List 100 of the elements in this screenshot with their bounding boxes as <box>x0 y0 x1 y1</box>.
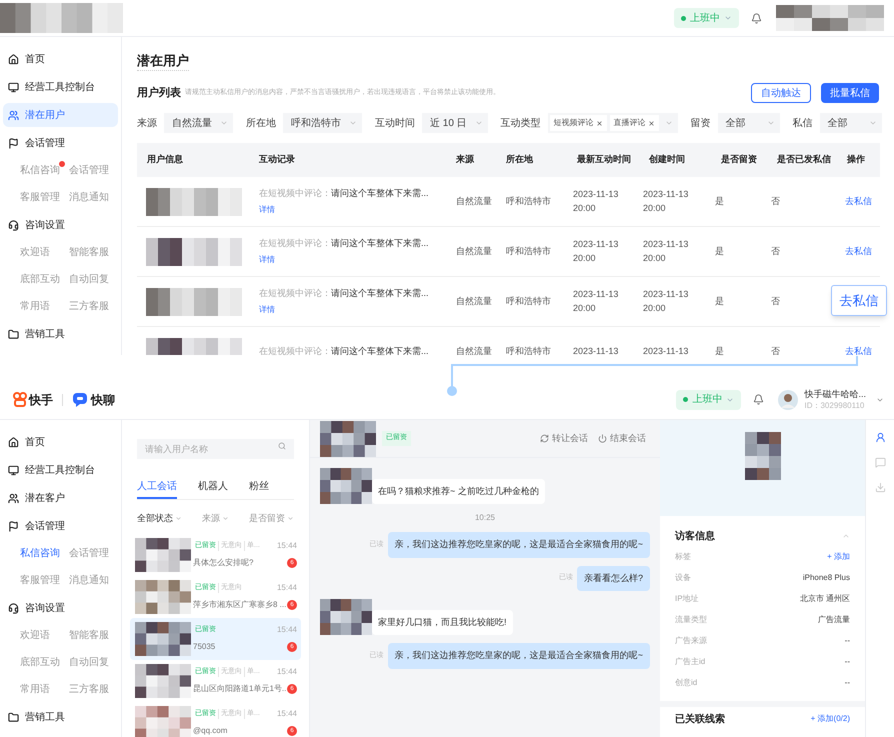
table-cell-text: 是 <box>714 344 724 355</box>
private-message-link[interactable]: 去私信 <box>837 344 872 355</box>
users-icon <box>8 110 19 120</box>
search-field[interactable]: 请输入用户名称 <box>137 439 294 459</box>
filter-dropdown[interactable]: 是否留资 <box>249 512 294 526</box>
detail-link[interactable]: 详情 <box>259 254 275 266</box>
sidebar-item[interactable]: 营销工具 <box>3 322 118 346</box>
sidebar-item[interactable]: 会话管理 <box>3 131 118 155</box>
caret-icon <box>287 515 294 522</box>
side-tab[interactable] <box>874 432 886 443</box>
add-lead-link[interactable]: + 添加(0/2) <box>810 713 850 725</box>
chat-icon <box>874 457 886 468</box>
private-message-link[interactable]: 去私信 <box>837 244 872 258</box>
submenu-item[interactable]: 欢迎语 <box>20 245 50 260</box>
selected-tag[interactable]: 短视频评论 <box>550 115 607 131</box>
submenu-item[interactable]: 三方客服 <box>69 682 109 697</box>
sidebar-item[interactable]: 潜在用户 <box>3 103 118 127</box>
interaction-record: 在短视频中评论：请问这个车整体下来需... <box>259 344 430 355</box>
field-value: iPhone8 Plus <box>802 572 850 584</box>
submenu-item[interactable]: 常用语 <box>20 299 50 314</box>
incoming-message: 在吗？猫粮求推荐~ 之前吃过几种金枪的 <box>372 478 545 504</box>
submenu-item[interactable]: 自动回复 <box>69 655 109 670</box>
bell-icon[interactable] <box>751 12 762 24</box>
submenu-item[interactable]: 底部互动 <box>20 272 60 287</box>
sidebar-item[interactable]: 会话管理 <box>3 514 118 538</box>
submenu-item[interactable]: 客服管理 <box>20 573 60 588</box>
table-cell-text: 自然流量 <box>455 244 493 258</box>
close-icon[interactable] <box>648 120 655 126</box>
sidebar-item[interactable]: 潜在客户 <box>3 486 118 510</box>
table-cell-text: 2023-11-13 20:00 <box>572 188 620 214</box>
field-label: 广告主id <box>675 656 706 668</box>
submenu-item[interactable]: 会话管理 <box>69 163 109 178</box>
table-cell-text: 2023-11-13 20:00 <box>642 288 690 314</box>
message-time: 15:44 <box>276 540 297 552</box>
refresh-icon <box>540 434 549 443</box>
submenu-item[interactable]: 智能客服 <box>69 245 109 260</box>
flag-icon <box>8 138 19 148</box>
private-message-link[interactable]: 去私信 <box>837 194 872 208</box>
power-icon <box>598 434 607 443</box>
tab[interactable]: 粉丝 <box>249 476 269 499</box>
select-field[interactable]: 自然流量 <box>164 113 233 133</box>
submenu-item[interactable]: 消息通知 <box>69 190 109 205</box>
sidebar-item[interactable]: 首页 <box>3 47 118 71</box>
interaction-record: 在短视频中评论：请问这个车整体下来需... <box>259 187 430 200</box>
detail-link[interactable]: 详情 <box>259 304 275 316</box>
action-button[interactable]: 批量私信 <box>821 83 879 103</box>
sidebar-item[interactable]: 首页 <box>3 430 118 454</box>
outgoing-message: 亲，我们这边推荐您吃皇家的呢，这是最适合全家猫食用的呢~ <box>388 643 650 668</box>
filter-dropdown[interactable]: 全部状态 <box>137 512 182 526</box>
submenu-item[interactable]: 私信咨询 <box>20 163 60 178</box>
select-field[interactable]: 全部 <box>718 113 780 133</box>
column-header: 创建时间 <box>648 153 686 166</box>
submenu-item[interactable]: 消息通知 <box>69 573 109 588</box>
submenu-item[interactable]: 常用语 <box>20 682 50 697</box>
submenu-item[interactable]: 自动回复 <box>69 272 109 287</box>
field-label: 设备 <box>675 572 691 584</box>
sidebar-item[interactable]: 营销工具 <box>3 705 118 729</box>
table-cell-text: 2023-11-13 20:00 <box>572 238 620 264</box>
column-header: 所在地 <box>505 153 534 166</box>
submenu-item[interactable]: 底部互动 <box>20 655 60 670</box>
incoming-message: 家里好几口猫，而且我比较能吃! <box>372 610 513 635</box>
select-field[interactable]: 全部 <box>820 113 882 133</box>
submenu-item[interactable]: 智能客服 <box>69 628 109 643</box>
select-field[interactable]: 近 10 日 <box>422 113 488 133</box>
column-header: 最新互动时间 <box>576 153 632 166</box>
chat-action-button[interactable]: 转让会话 <box>540 432 588 446</box>
detail-link[interactable]: 详情 <box>259 204 275 216</box>
search-icon[interactable] <box>278 442 286 450</box>
work-status-dropdown[interactable]: 上班中 <box>674 8 739 28</box>
filter-dropdown[interactable]: 来源 <box>202 512 229 526</box>
private-message-link[interactable]: 去私信 <box>831 285 887 316</box>
submenu-item[interactable]: 欢迎语 <box>20 628 50 643</box>
message-preview: 具体怎么安排呢? <box>193 557 254 569</box>
add-tag-link[interactable]: + 添加 <box>827 550 850 562</box>
selected-tag[interactable]: 直播评论 <box>610 115 659 131</box>
chat-action-button[interactable]: 结束会话 <box>598 432 646 446</box>
logo-icon <box>13 392 27 407</box>
sidebar-item[interactable]: 经营工具控制台 <box>3 75 118 99</box>
table-cell-text: 自然流量 <box>455 294 493 308</box>
close-icon[interactable] <box>596 120 603 126</box>
submenu-item[interactable]: 三方客服 <box>69 299 109 314</box>
sidebar-item[interactable]: 咨询设置 <box>3 213 118 237</box>
column-header: 是否已发私信 <box>776 153 832 166</box>
select-field[interactable]: 呼和浩特市 <box>283 113 362 133</box>
tab[interactable]: 人工会话 <box>137 476 177 499</box>
submenu-item[interactable]: 私信咨询 <box>20 546 60 561</box>
filter-label: 私信 <box>792 116 813 130</box>
bell-icon[interactable] <box>753 394 764 405</box>
message-preview: 昆山区向阳路道1单元1号... <box>193 683 287 695</box>
folder-icon <box>8 712 19 722</box>
work-status-dropdown[interactable]: 上班中 <box>676 390 742 410</box>
sidebar-item[interactable]: 咨询设置 <box>3 596 118 620</box>
tab[interactable]: 机器人 <box>198 476 228 499</box>
column-header: 操作 <box>846 153 866 166</box>
caret-icon <box>474 119 483 127</box>
submenu-item[interactable]: 会话管理 <box>69 546 109 561</box>
sidebar-item[interactable]: 经营工具控制台 <box>3 458 118 482</box>
submenu-item[interactable]: 客服管理 <box>20 190 60 205</box>
tag-select[interactable]: 短视频评论 直播评论 <box>548 113 678 133</box>
action-button[interactable]: 自动触达 <box>751 83 811 103</box>
